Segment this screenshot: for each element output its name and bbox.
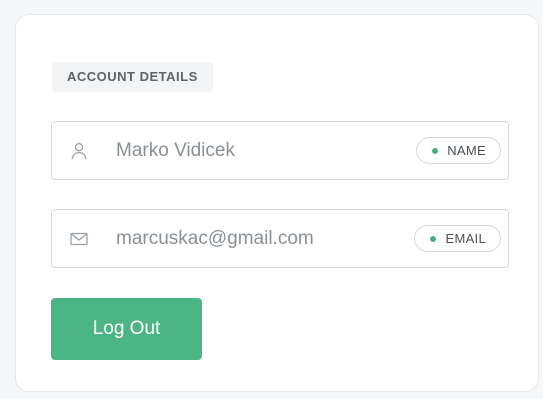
email-value: marcuskac@gmail.com [116,228,314,249]
status-dot-icon [430,235,437,242]
name-value: Marko Vidicek [116,140,235,161]
mail-icon [69,229,89,249]
email-field[interactable]: marcuskac@gmail.com EMAIL [51,209,509,268]
status-dot-icon [432,147,439,154]
email-tag: EMAIL [414,225,501,252]
email-tag-label: EMAIL [445,231,486,246]
logout-button[interactable]: Log Out [51,298,202,360]
section-title: ACCOUNT DETAILS [52,62,213,92]
account-details-card: ACCOUNT DETAILS Marko Vidicek NAME marcu… [15,14,539,392]
user-icon [69,141,89,161]
name-tag: NAME [416,137,501,164]
name-tag-label: NAME [447,143,486,158]
name-field[interactable]: Marko Vidicek NAME [51,121,509,180]
